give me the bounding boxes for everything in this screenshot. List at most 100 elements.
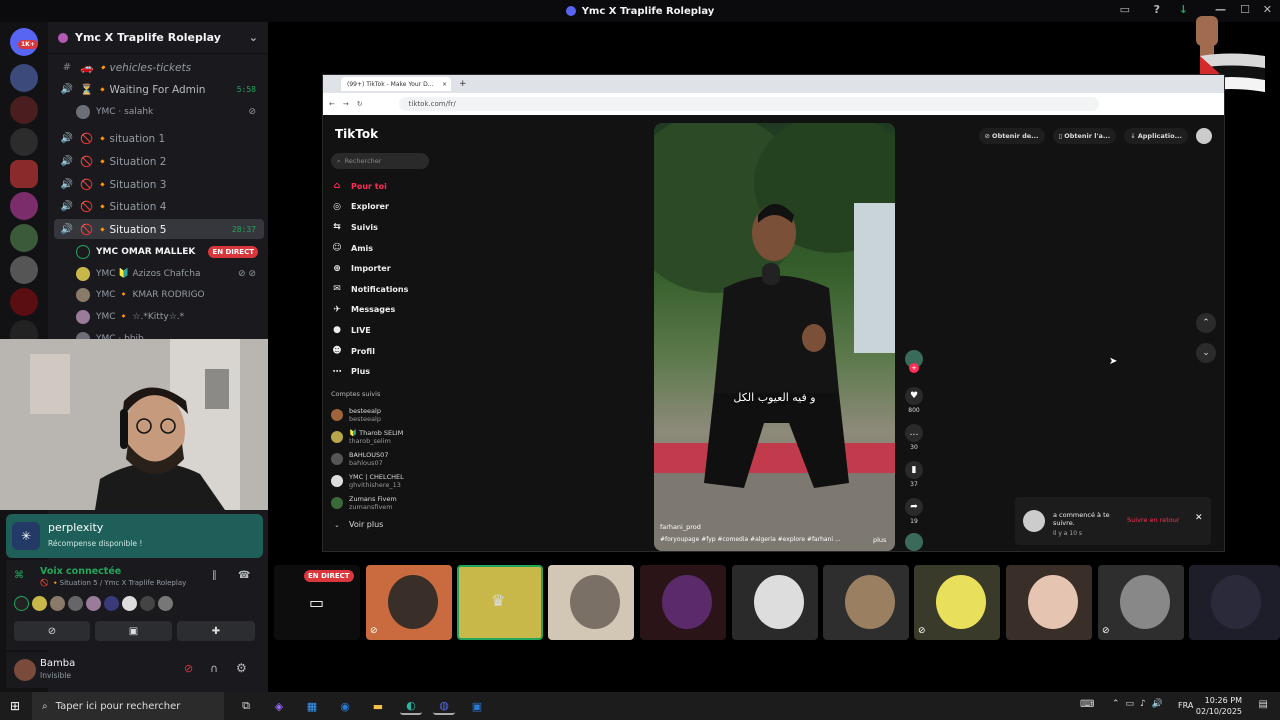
video-author[interactable]: farhani_prod — [660, 523, 701, 531]
followed-account[interactable]: besteealp besteealp — [331, 404, 441, 426]
windows-start-icon[interactable]: ⊞ — [10, 699, 20, 713]
settings-gear-icon[interactable]: ⚙ — [236, 661, 247, 675]
server-icon[interactable] — [10, 96, 38, 124]
screen-share-button[interactable]: ▣ — [95, 621, 172, 641]
participant-tile[interactable] — [1189, 565, 1280, 640]
participant-tile[interactable] — [548, 565, 634, 640]
avatar[interactable] — [32, 596, 47, 611]
browser-tab[interactable]: (99+) TikTok - Make Your D... × — [341, 77, 451, 91]
edge-icon[interactable]: ◐ — [400, 697, 422, 715]
avatar[interactable] — [14, 596, 29, 611]
activity-button[interactable]: ✚ — [177, 621, 255, 641]
back-icon[interactable]: ← — [329, 100, 335, 108]
forward-icon[interactable]: → — [343, 100, 349, 108]
voice-user[interactable]: YMC 🔰 Azizos Chafcha ⊘ ⊘ — [76, 264, 262, 284]
next-video-button[interactable]: ⌄ — [1196, 343, 1216, 363]
nav-amis[interactable]: ☺ Amis — [331, 238, 441, 259]
nav-pour-toi[interactable]: ⌂ Pour toi — [331, 176, 441, 197]
avatar[interactable] — [86, 596, 101, 611]
avatar[interactable] — [140, 596, 155, 611]
nav-notifications[interactable]: ✉ Notifications — [331, 279, 441, 300]
tiktok-logo[interactable]: TikTok — [335, 127, 378, 141]
get-coins-button[interactable]: ⊘ Obtenir de... — [978, 128, 1045, 144]
followed-account[interactable]: 🔰 Tharob SELIM tharob_selim — [331, 426, 441, 448]
music-disc-button[interactable] — [903, 533, 925, 553]
channel-situation-4[interactable]: 🔊 🚫 🔸Situation 4 — [54, 196, 264, 216]
voice-user[interactable]: YMC OMAR MALLEK EN DIRECT — [76, 242, 262, 262]
server-icon[interactable] — [10, 192, 38, 220]
server-icon[interactable] — [10, 256, 38, 284]
participant-tile[interactable] — [823, 565, 909, 640]
followed-account[interactable]: Zumans Fivem zumansfivem — [331, 492, 441, 514]
followed-account[interactable]: YMC | CHELCHEL ghvithishere_13 — [331, 470, 441, 492]
participant-tile[interactable]: ♛ — [457, 565, 543, 640]
participant-tile[interactable]: ⊘ — [366, 565, 452, 640]
voice-user[interactable]: YMC · salahk ⊘ — [76, 102, 262, 122]
app-icon[interactable]: ▣ — [466, 697, 488, 715]
channel-vehicles-tickets[interactable]: # 🚗 🔸vehicles-tickets — [54, 57, 264, 77]
server-icon[interactable] — [10, 224, 38, 252]
nav-explorer[interactable]: ◎ Explorer — [331, 197, 441, 218]
clock[interactable]: 10:26 PM 02/10/2025 — [1196, 695, 1242, 717]
tiktok-video[interactable]: و فيه العيوب الكل farhani_prod #foryoupa… — [654, 123, 895, 551]
disconnect-icon[interactable]: ☎ — [238, 570, 250, 581]
url-field[interactable]: tiktok.com/fr/ — [398, 97, 1099, 111]
followed-account[interactable]: BAHLOUS07 bahlous07 — [331, 448, 441, 470]
store-icon[interactable]: ▦ — [301, 697, 323, 715]
application-button[interactable]: ↓ Applicatio... — [1124, 128, 1188, 144]
voice-user[interactable]: YMC 🔸 KMAR RODRIGO — [76, 285, 262, 305]
share-button[interactable]: ➦ 19 — [903, 498, 925, 525]
nav-suivis[interactable]: ⇆ Suivis — [331, 217, 441, 238]
participant-tile[interactable] — [640, 565, 726, 640]
outlook-icon[interactable]: ◉ — [334, 697, 356, 715]
follow-back-button[interactable]: Suivre en retour — [1127, 516, 1180, 524]
close-tab-icon[interactable]: × — [442, 81, 447, 88]
profile-avatar[interactable] — [1196, 128, 1212, 144]
avatar[interactable] — [50, 596, 65, 611]
nav-live[interactable]: ● LIVE — [331, 320, 441, 341]
previous-video-button[interactable]: ⌃ — [1196, 313, 1216, 333]
server-icon[interactable] — [10, 128, 38, 156]
avatar[interactable] — [68, 596, 83, 611]
channel-situation-2[interactable]: 🔊 🚫 🔸Situation 2 — [54, 151, 264, 171]
stream-tile[interactable]: EN DIRECT ▭ — [274, 565, 360, 640]
nav-importer[interactable]: ⊕ Importer — [331, 258, 441, 279]
like-button[interactable]: ♥ 800 — [903, 387, 925, 414]
soundboard-icon[interactable]: ∥ — [212, 570, 217, 581]
discord-icon[interactable]: ◍ — [433, 697, 455, 715]
camera-off-button[interactable]: ⊘ — [14, 621, 90, 641]
video-hashtags[interactable]: #foryoupage #fyp #comedia #algeria #expl… — [660, 536, 850, 543]
comment-button[interactable]: … 30 — [903, 424, 925, 451]
video-more-link[interactable]: plus — [873, 536, 886, 544]
headphones-icon[interactable]: ∩ — [210, 662, 218, 675]
task-view-icon[interactable]: ⧉ — [235, 697, 257, 715]
author-avatar-button[interactable]: + — [903, 350, 925, 373]
channel-waiting-for-admin[interactable]: 🔊 ⏳ 🔸Waiting For Admin 5:58 — [54, 79, 264, 99]
channel-situation-5[interactable]: 🔊 🚫 🔸Situation 5 28:37 — [54, 219, 264, 239]
server-icon[interactable] — [10, 160, 38, 188]
mic-muted-icon[interactable]: ⊘ — [184, 662, 193, 675]
perplexity-promo[interactable]: ✳ perplexity Récompense disponible ! — [6, 514, 263, 558]
notification-icon[interactable]: ▤ — [1259, 699, 1268, 710]
nav-plus[interactable]: ⋯ Plus — [331, 361, 441, 382]
participant-tile[interactable]: ⊘ — [1098, 565, 1184, 640]
participant-tile[interactable] — [1006, 565, 1092, 640]
follow-plus-icon[interactable]: + — [909, 363, 919, 373]
server-icon[interactable] — [10, 64, 38, 92]
copilot-icon[interactable]: ◈ — [268, 697, 290, 715]
close-icon[interactable]: ✕ — [1195, 513, 1203, 523]
file-explorer-icon[interactable]: ▬ — [367, 697, 389, 715]
save-button[interactable]: ▮ 37 — [903, 461, 925, 488]
keyboard-icon[interactable]: ⌨ — [1080, 699, 1094, 710]
inbox-icon[interactable]: ▭ — [1120, 3, 1130, 16]
nav-profil[interactable]: ☻ Profil — [331, 341, 441, 362]
nav-messages[interactable]: ✈ Messages — [331, 300, 441, 321]
search-input[interactable]: ⌕ Rechercher — [331, 153, 429, 169]
tray-icons[interactable]: ⌃▭♪🔊 — [1112, 699, 1169, 709]
taskbar-search[interactable]: ⌕ Taper ici pour rechercher — [32, 692, 224, 720]
voir-plus-link[interactable]: ⌄ Voir plus — [331, 514, 441, 536]
help-icon[interactable]: ? — [1154, 3, 1160, 16]
server-icon[interactable] — [10, 288, 38, 316]
channel-situation-1[interactable]: 🔊 🚫 🔸situation 1 — [54, 128, 264, 148]
reload-icon[interactable]: ↻ — [357, 100, 363, 108]
